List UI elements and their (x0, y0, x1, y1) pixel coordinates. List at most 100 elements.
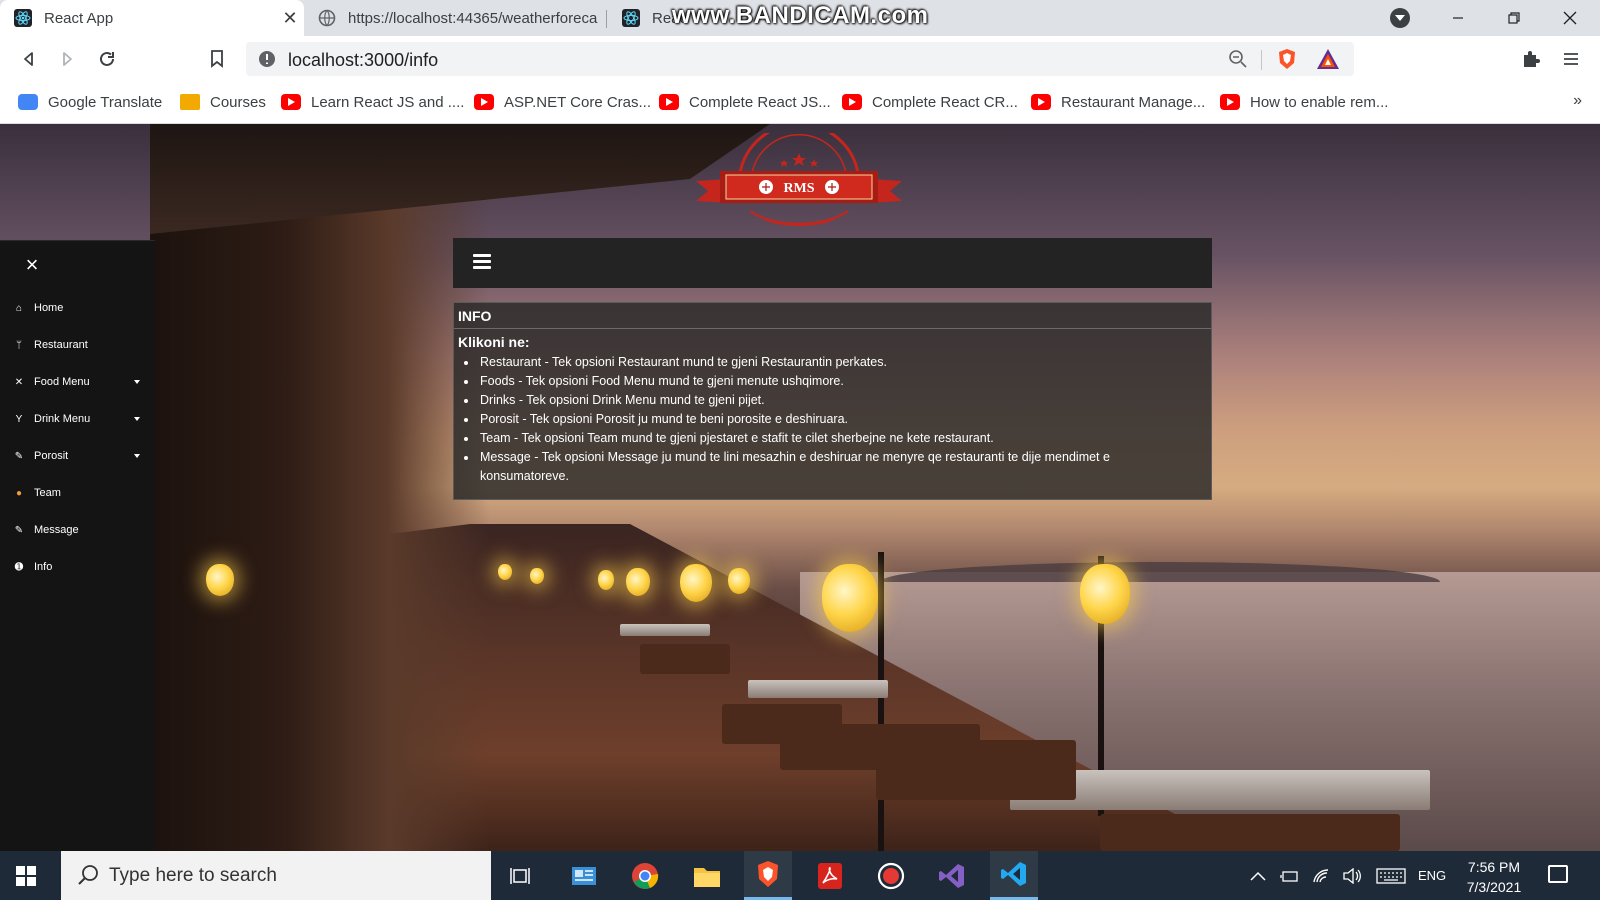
bookmark-label: Google Translate (48, 93, 163, 111)
chevron-up-icon[interactable] (1250, 870, 1266, 882)
bookmark-label: Complete React JS... (689, 93, 831, 111)
sidebar-item-label: Home (34, 302, 64, 314)
restore-button[interactable] (1486, 0, 1542, 36)
more-bookmarks-button[interactable]: » (1573, 92, 1582, 110)
contacts-app-icon (572, 866, 596, 885)
home-icon: ⌂ (15, 302, 23, 314)
sidebar-item-label: Restaurant (34, 339, 88, 351)
clock-time: 7:56 PM (1467, 859, 1521, 875)
background-wall (150, 124, 490, 851)
youtube-icon (659, 94, 679, 110)
language-indicator[interactable]: ENG (1418, 868, 1446, 883)
sidebar-item-restaurant[interactable]: ᛘ Restaurant (0, 331, 155, 359)
browser-toolbar: localhost:3000/info (0, 36, 1600, 82)
background-lamp (728, 568, 750, 594)
background-table (748, 680, 888, 698)
system-tray: ENG (1250, 851, 1446, 900)
menu-button[interactable] (1556, 44, 1586, 74)
browser-tab-strip: React App ✕ https://localhost:44365/weat… (0, 0, 1600, 36)
sidebar-item-info[interactable]: ➊ Info (0, 553, 155, 581)
back-button[interactable] (14, 44, 44, 74)
background-hills (880, 562, 1440, 582)
team-icon: ● (15, 487, 23, 499)
bookmark-button[interactable] (202, 44, 232, 74)
sidebar-item-label: Message (34, 524, 79, 536)
bookmark-learn-react[interactable]: Learn React JS and .... (281, 90, 464, 114)
taskbar-app-visual-studio[interactable] (928, 851, 976, 900)
courses-icon (180, 94, 200, 110)
search-icon (78, 865, 98, 885)
bookmark-label: Complete React CR... (872, 93, 1018, 111)
close-window-button[interactable] (1542, 0, 1598, 36)
sidebar-item-message[interactable]: ✎ Message (0, 516, 155, 544)
brave-shields-icon[interactable] (1276, 48, 1298, 70)
background-chair (1100, 814, 1400, 851)
search-placeholder: Type here to search (109, 865, 277, 886)
sidebar-item-label: Team (34, 487, 61, 499)
sidebar-item-label: Porosit (34, 450, 69, 462)
close-tab-icon[interactable]: ✕ (276, 8, 304, 29)
notification-center-icon[interactable] (1548, 865, 1568, 883)
task-view-icon (510, 867, 530, 884)
sidebar-toggle-icon[interactable] (473, 254, 491, 270)
taskbar-app-chrome[interactable] (621, 851, 669, 900)
reload-button[interactable] (92, 44, 122, 74)
volume-icon[interactable] (1342, 867, 1362, 884)
background-table (620, 624, 710, 636)
vscode-icon (1001, 862, 1026, 886)
list-item: Drinks - Tek opsioni Drink Menu mund te … (478, 391, 1151, 410)
sidebar-item-home[interactable]: ⌂ Home (0, 294, 155, 322)
background-chair (640, 644, 730, 674)
taskbar-clock[interactable]: 7:56 PM 7/3/2021 (1458, 857, 1530, 897)
react-icon (622, 9, 640, 27)
react-icon (14, 9, 32, 27)
taskbar-search-box[interactable]: Type here to search (61, 851, 491, 900)
taskbar-app-vscode[interactable] (990, 851, 1038, 900)
zoom-out-icon[interactable] (1228, 49, 1248, 69)
puzzle-icon (1524, 51, 1540, 67)
taskbar-app-brave[interactable] (744, 851, 792, 900)
taskbar-app-explorer[interactable] (683, 851, 731, 900)
bookmark-courses[interactable]: Courses (180, 90, 266, 114)
taskbar-app-contacts[interactable] (560, 851, 608, 900)
youtube-icon (474, 94, 494, 110)
bookmark-label: Learn React JS and .... (311, 93, 465, 111)
address-bar[interactable]: localhost:3000/info (246, 42, 1354, 76)
hamburger-menu-icon (1564, 53, 1578, 65)
battery-icon[interactable] (1280, 869, 1300, 883)
close-sidebar-button[interactable]: × (20, 253, 44, 277)
sidebar-item-porosit[interactable]: ✎ Porosit (0, 442, 155, 470)
forward-button[interactable] (52, 44, 82, 74)
acrobat-icon (818, 862, 842, 889)
info-subheading: Klikoni ne: (458, 334, 530, 350)
bookmark-complete-react-js[interactable]: Complete React JS... (659, 90, 831, 114)
bookmark-google-translate[interactable]: Google Translate (18, 90, 162, 114)
minimize-button[interactable] (1430, 0, 1486, 36)
wifi-icon[interactable] (1312, 868, 1332, 884)
chevron-down-icon (134, 417, 140, 421)
list-item: Message - Tek opsioni Message ju mund te… (478, 448, 1151, 486)
task-view-button[interactable] (496, 851, 544, 900)
windows-start-icon[interactable] (16, 866, 36, 886)
site-info-icon[interactable] (258, 50, 276, 68)
sidebar-item-food-menu[interactable]: ✕ Food Menu (0, 368, 155, 396)
bookmark-aspnet-core[interactable]: ASP.NET Core Cras... (474, 90, 651, 114)
taskbar-app-bandicam[interactable] (867, 851, 915, 900)
logo-text: RMS (783, 181, 814, 196)
sidebar-item-drink-menu[interactable]: Y Drink Menu (0, 405, 155, 433)
omnibox-divider (1261, 50, 1262, 70)
bookmark-complete-react-cr[interactable]: Complete React CR... (842, 90, 1018, 114)
extensions-button[interactable] (1516, 44, 1546, 74)
sidebar-item-team[interactable]: ● Team (0, 479, 155, 507)
chevron-down-icon (134, 454, 140, 458)
tab-search-button[interactable] (1390, 8, 1410, 28)
taskbar-app-acrobat[interactable] (806, 851, 854, 900)
tab-weatherforecast[interactable]: https://localhost:44365/weatherforeca (304, 0, 604, 36)
tab-react-app[interactable]: React App ✕ (0, 0, 304, 36)
bookmark-how-to-enable[interactable]: How to enable rem... (1220, 90, 1388, 114)
food-icon: ✕ (14, 376, 24, 388)
pen-icon: ✎ (14, 450, 24, 462)
bookmark-restaurant-manage[interactable]: Restaurant Manage... (1031, 90, 1205, 114)
keyboard-icon[interactable] (1376, 867, 1406, 884)
brave-rewards-icon[interactable] (1316, 48, 1340, 70)
